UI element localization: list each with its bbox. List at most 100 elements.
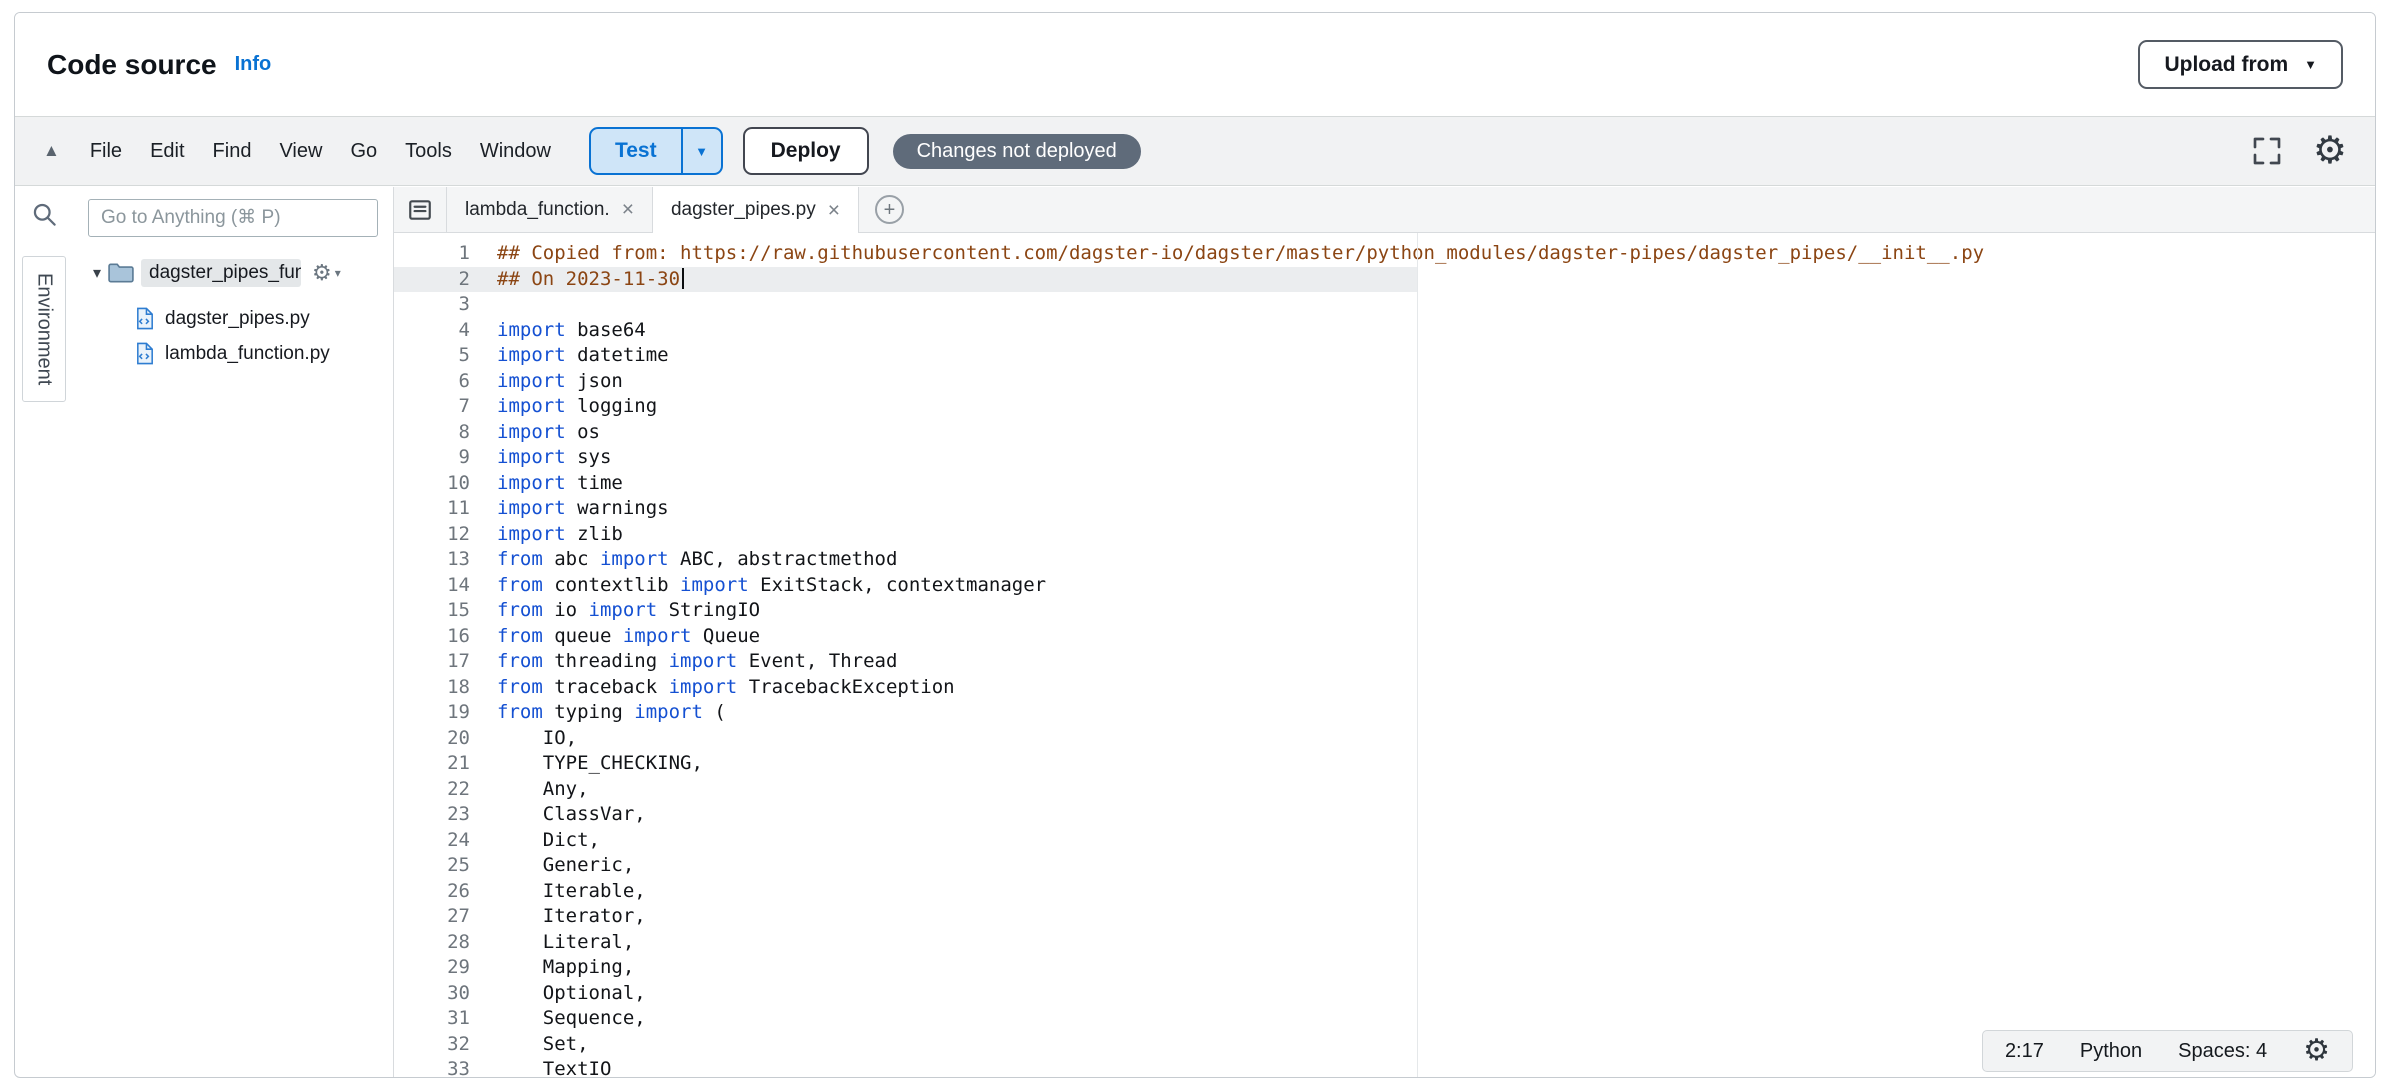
line-number: 17 xyxy=(394,649,488,675)
line-number: 28 xyxy=(394,930,488,956)
code-line-23[interactable]: 23 ClassVar, xyxy=(394,802,2375,828)
code-line-15[interactable]: 15from io import StringIO xyxy=(394,598,2375,624)
code-line-25[interactable]: 25 Generic, xyxy=(394,853,2375,879)
code-source-panel: Code source Info Upload from ▼ ▲ FileEdi… xyxy=(14,12,2376,1078)
settings-gear-icon[interactable]: ⚙ xyxy=(2313,132,2347,170)
code-line-21[interactable]: 21 TYPE_CHECKING, xyxy=(394,751,2375,777)
menu-item-find[interactable]: Find xyxy=(199,140,266,163)
code-line-6[interactable]: 6import json xyxy=(394,369,2375,395)
code-line-28[interactable]: 28 Literal, xyxy=(394,930,2375,956)
code-line-text: import datetime xyxy=(497,343,669,369)
caret-down-icon: ▾ xyxy=(335,266,341,280)
tab-lambda_function[interactable]: lambda_function. × xyxy=(446,187,653,232)
menu-item-window[interactable]: Window xyxy=(466,140,565,163)
code-line-26[interactable]: 26 Iterable, xyxy=(394,879,2375,905)
code-line-text: import time xyxy=(497,471,623,497)
line-number: 13 xyxy=(394,547,488,573)
code-line-7[interactable]: 7import logging xyxy=(394,394,2375,420)
collapse-panel-icon[interactable]: ▲ xyxy=(43,141,60,161)
code-line-9[interactable]: 9import sys xyxy=(394,445,2375,471)
code-line-text: Generic, xyxy=(497,853,634,879)
line-number: 25 xyxy=(394,853,488,879)
goto-anything-input[interactable] xyxy=(88,199,378,237)
search-icon[interactable] xyxy=(31,201,58,228)
code-line-22[interactable]: 22 Any, xyxy=(394,777,2375,803)
code-line-text: ## On 2023-11-30 xyxy=(497,267,684,293)
code-line-text: import base64 xyxy=(497,318,646,344)
code-line-13[interactable]: 13 from abc import ABC, abstractmethod xyxy=(394,547,2375,573)
code-line-5[interactable]: 5import datetime xyxy=(394,343,2375,369)
deploy-button[interactable]: Deploy xyxy=(743,127,869,175)
add-tab-button[interactable]: + xyxy=(875,195,904,224)
menu-item-view[interactable]: View xyxy=(265,140,336,163)
code-line-27[interactable]: 27 Iterator, xyxy=(394,904,2375,930)
menu-item-go[interactable]: Go xyxy=(336,140,391,163)
code-line-14[interactable]: 14from contextlib import ExitStack, cont… xyxy=(394,573,2375,599)
file-list: dagster_pipes.pylambda_function.py xyxy=(73,301,393,371)
code-line-text: ClassVar, xyxy=(497,802,646,828)
file-tree: ▾ dagster_pipes_func ⚙ ▾ dagster_pipes.p… xyxy=(73,255,393,371)
code-line-text: from typing import ( xyxy=(497,700,726,726)
code-line-text: from abc import ABC, abstractmethod xyxy=(497,547,897,573)
code-line-17[interactable]: 17from threading import Event, Thread xyxy=(394,649,2375,675)
editor-settings-gear-icon[interactable]: ⚙ xyxy=(2303,1036,2330,1066)
code-line-1[interactable]: 1## Copied from: https://raw.githubuserc… xyxy=(394,241,2375,267)
plus-icon: + xyxy=(884,200,896,220)
line-number: 27 xyxy=(394,904,488,930)
menu-item-edit[interactable]: Edit xyxy=(136,140,198,163)
fullscreen-icon[interactable] xyxy=(2251,135,2283,167)
tab-list-icon[interactable] xyxy=(394,187,446,232)
code-line-19[interactable]: 19from typing import ( xyxy=(394,700,2375,726)
cursor-position[interactable]: 2:17 xyxy=(2005,1040,2044,1063)
code-lines: 1## Copied from: https://raw.githubuserc… xyxy=(394,241,2375,1077)
line-number: 16 xyxy=(394,624,488,650)
tree-folder-row[interactable]: ▾ dagster_pipes_func ⚙ ▾ xyxy=(73,255,393,291)
code-line-text: TYPE_CHECKING, xyxy=(497,751,703,777)
test-dropdown-button[interactable]: ▼ xyxy=(681,129,721,173)
code-line-text: import zlib xyxy=(497,522,623,548)
disclosure-open-icon[interactable]: ▾ xyxy=(93,263,101,283)
code-line-text: from queue import Queue xyxy=(497,624,760,650)
line-number: 24 xyxy=(394,828,488,854)
tree-settings-button[interactable]: ⚙ ▾ xyxy=(312,262,341,284)
language-mode[interactable]: Python xyxy=(2080,1040,2142,1063)
tab-close-icon[interactable]: × xyxy=(622,199,634,220)
print-margin-line xyxy=(1417,233,1418,1077)
page-title: Code source xyxy=(47,49,217,81)
code-line-12[interactable]: 12import zlib xyxy=(394,522,2375,548)
code-line-20[interactable]: 20 IO, xyxy=(394,726,2375,752)
code-line-3[interactable]: 3 xyxy=(394,292,2375,318)
code-line-30[interactable]: 30 Optional, xyxy=(394,981,2375,1007)
code-line-2[interactable]: 2## On 2023-11-30 xyxy=(394,267,2375,293)
code-line-8[interactable]: 8import os xyxy=(394,420,2375,446)
code-line-text: Optional, xyxy=(497,981,646,1007)
code-editor[interactable]: 1## Copied from: https://raw.githubuserc… xyxy=(394,233,2375,1077)
line-number: 14 xyxy=(394,573,488,599)
tree-file-dagster_pipes-py[interactable]: dagster_pipes.py xyxy=(73,301,393,336)
info-link[interactable]: Info xyxy=(235,53,272,76)
menu-item-file[interactable]: File xyxy=(76,140,136,163)
code-line-text: TextIO xyxy=(497,1057,611,1077)
tab-close-icon[interactable]: × xyxy=(828,200,840,221)
environment-tab[interactable]: Environment xyxy=(22,256,66,402)
folder-name: dagster_pipes_func xyxy=(141,259,301,287)
line-number: 8 xyxy=(394,420,488,446)
code-line-text: Any, xyxy=(497,777,589,803)
spaces-setting[interactable]: Spaces: 4 xyxy=(2178,1040,2267,1063)
code-line-4[interactable]: 4import base64 xyxy=(394,318,2375,344)
code-line-29[interactable]: 29 Mapping, xyxy=(394,955,2375,981)
menu-item-tools[interactable]: Tools xyxy=(391,140,466,163)
code-line-18[interactable]: 18from traceback import TracebackExcepti… xyxy=(394,675,2375,701)
tab-label: lambda_function. xyxy=(465,199,610,221)
editor-menubar: ▲ FileEditFindViewGoToolsWindow Test ▼ D… xyxy=(15,116,2375,186)
code-line-10[interactable]: 10import time xyxy=(394,471,2375,497)
tab-dagster_pipespy[interactable]: dagster_pipes.py× xyxy=(653,187,859,233)
code-line-16[interactable]: 16 from queue import Queue xyxy=(394,624,2375,650)
tab-bar: lambda_function.×dagster_pipes.py× + xyxy=(394,187,2375,233)
code-line-11[interactable]: 11import warnings xyxy=(394,496,2375,522)
code-line-24[interactable]: 24 Dict, xyxy=(394,828,2375,854)
upload-from-button[interactable]: Upload from ▼ xyxy=(2138,40,2343,89)
tree-file-lambda_function-py[interactable]: lambda_function.py xyxy=(73,336,393,371)
code-line-31[interactable]: 31 Sequence, xyxy=(394,1006,2375,1032)
test-button[interactable]: Test xyxy=(591,129,681,173)
